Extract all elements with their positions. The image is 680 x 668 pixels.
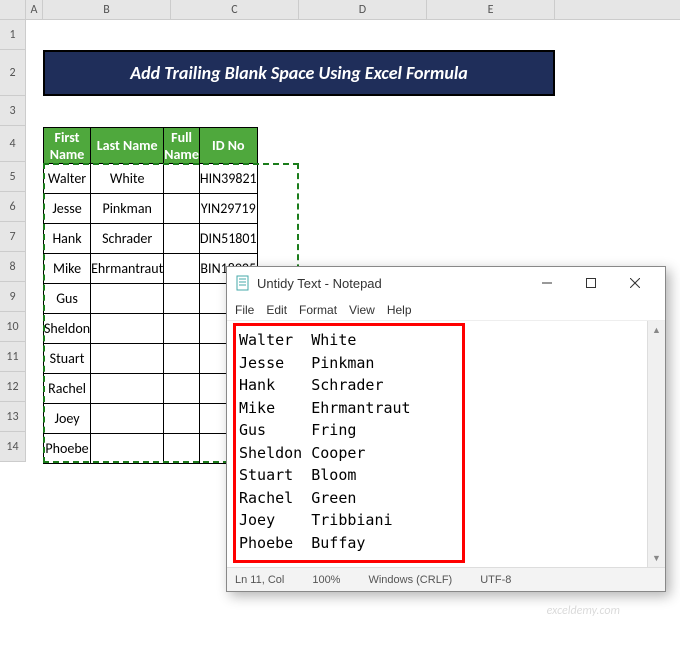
cell[interactable]: Sheldon	[44, 314, 91, 344]
column-headers: A B C D E	[0, 0, 680, 20]
table-row: JessePinkman YIN29719	[44, 194, 258, 224]
row-header-6[interactable]: 6	[0, 192, 25, 222]
col-header-a[interactable]: A	[26, 0, 43, 19]
col-header-d[interactable]: D	[299, 0, 427, 19]
row-header-8[interactable]: 8	[0, 252, 25, 282]
row-header-5[interactable]: 5	[0, 162, 25, 192]
cell[interactable]	[164, 164, 200, 194]
row-header-10[interactable]: 10	[0, 312, 25, 342]
cell[interactable]	[91, 284, 164, 314]
cell[interactable]: HIN39821	[199, 164, 257, 194]
cell[interactable]: Jesse	[44, 194, 91, 224]
cell[interactable]	[91, 314, 164, 344]
scroll-down-icon[interactable]: ▼	[648, 549, 665, 567]
notepad-scrollbar[interactable]: ▲ ▼	[647, 321, 665, 567]
cell[interactable]	[91, 404, 164, 434]
table-row: HankSchrader DIN51801	[44, 224, 258, 254]
cell[interactable]: DIN51801	[199, 224, 257, 254]
status-encoding: UTF-8	[480, 574, 511, 586]
menu-edit[interactable]: Edit	[266, 303, 287, 317]
row-header-9[interactable]: 9	[0, 282, 25, 312]
menu-view[interactable]: View	[349, 303, 375, 317]
cell[interactable]	[164, 254, 200, 284]
col-header-e[interactable]: E	[427, 0, 555, 19]
table-header-row: First Name Last Name Full Name ID No	[44, 128, 258, 164]
col-header-b[interactable]: B	[43, 0, 171, 19]
row-header-3[interactable]: 3	[0, 96, 25, 126]
table-row: WalterWhite HIN39821	[44, 164, 258, 194]
status-zoom: 100%	[312, 574, 340, 586]
row-header-2[interactable]: 2	[0, 50, 25, 96]
row-header-4[interactable]: 4	[0, 126, 25, 162]
select-all-corner[interactable]	[0, 0, 26, 19]
row-header-12[interactable]: 12	[0, 372, 25, 402]
cell[interactable]: Rachel	[44, 374, 91, 404]
close-button[interactable]	[613, 268, 657, 298]
row-header-14[interactable]: 14	[0, 432, 25, 462]
notepad-window[interactable]: Untidy Text - Notepad File Edit Format V…	[226, 266, 666, 592]
row-header-13[interactable]: 13	[0, 402, 25, 432]
notepad-menu: File Edit Format View Help	[227, 299, 665, 321]
row-headers: 1 2 3 4 5 6 7 8 9 10 11 12 13 14	[0, 20, 26, 462]
cell[interactable]	[164, 284, 200, 314]
cell[interactable]: Pinkman	[91, 194, 164, 224]
cell[interactable]	[91, 374, 164, 404]
notepad-icon	[235, 275, 251, 291]
row-header-11[interactable]: 11	[0, 342, 25, 372]
menu-help[interactable]: Help	[387, 303, 412, 317]
cell[interactable]: Walter	[44, 164, 91, 194]
cell[interactable]: Phoebe	[44, 434, 91, 464]
notepad-content-area[interactable]: Walter White Jesse Pinkman Hank Schrader…	[227, 321, 665, 567]
cell[interactable]	[91, 344, 164, 374]
header-fullname[interactable]: Full Name	[164, 128, 200, 164]
watermark: exceldemy.com	[547, 604, 620, 618]
cell[interactable]: Schrader	[91, 224, 164, 254]
cell[interactable]	[164, 434, 200, 464]
row-header-1[interactable]: 1	[0, 20, 25, 50]
status-eol: Windows (CRLF)	[368, 574, 452, 586]
cell[interactable]: Gus	[44, 284, 91, 314]
header-firstname[interactable]: First Name	[44, 128, 91, 164]
row-header-7[interactable]: 7	[0, 222, 25, 252]
col-header-c[interactable]: C	[171, 0, 299, 19]
notepad-title: Untidy Text - Notepad	[257, 276, 525, 291]
menu-file[interactable]: File	[235, 303, 254, 317]
status-position: Ln 11, Col	[235, 574, 284, 586]
cell[interactable]: Stuart	[44, 344, 91, 374]
menu-format[interactable]: Format	[299, 303, 337, 317]
maximize-button[interactable]	[569, 268, 613, 298]
header-idno[interactable]: ID No	[199, 128, 257, 164]
cell[interactable]	[164, 194, 200, 224]
scroll-up-icon[interactable]: ▲	[648, 321, 665, 339]
header-lastname[interactable]: Last Name	[91, 128, 164, 164]
cell[interactable]: Hank	[44, 224, 91, 254]
cell[interactable]	[164, 374, 200, 404]
cell[interactable]: Mike	[44, 254, 91, 284]
cell[interactable]: Joey	[44, 404, 91, 434]
notepad-titlebar[interactable]: Untidy Text - Notepad	[227, 267, 665, 299]
cell[interactable]	[164, 344, 200, 374]
page-title: Add Trailing Blank Space Using Excel For…	[43, 50, 555, 96]
notepad-text[interactable]: Walter White Jesse Pinkman Hank Schrader…	[231, 325, 661, 558]
minimize-button[interactable]	[525, 268, 569, 298]
cell[interactable]	[164, 314, 200, 344]
cell[interactable]: White	[91, 164, 164, 194]
cell[interactable]	[164, 404, 200, 434]
cell[interactable]: Ehrmantraut	[91, 254, 164, 284]
notepad-statusbar: Ln 11, Col 100% Windows (CRLF) UTF-8	[227, 567, 665, 591]
cell[interactable]: YIN29719	[199, 194, 257, 224]
cell[interactable]	[91, 434, 164, 464]
cell[interactable]	[164, 224, 200, 254]
